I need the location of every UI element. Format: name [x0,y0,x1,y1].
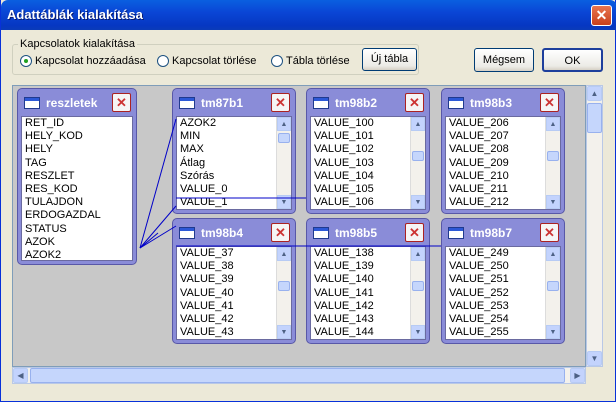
relation-line [139,118,177,249]
radio-delete-table-label: Tábla törlése [286,55,350,67]
relation-lines [139,118,441,249]
diagram-canvas[interactable]: reszletek ✕ RET_ID HELY_KOD HELY TAG RESZLET RE… [12,85,586,367]
window-close-button[interactable]: ✕ [591,5,612,26]
cancel-button[interactable]: Mégsem [474,48,534,72]
scroll-right-arrow-icon[interactable]: ▶ [570,368,585,383]
radio-add-relation-label: Kapcsolat hozzáadása [35,55,146,67]
radio-add-relation-dot[interactable] [20,55,32,67]
horizontal-scrollbar[interactable]: ◀ ▶ [12,367,586,384]
radio-delete-relation-dot[interactable] [157,55,169,67]
radio-delete-table-dot[interactable] [271,55,283,67]
new-table-button[interactable]: Új tábla [362,48,417,71]
relation-line [139,232,159,249]
radio-delete-relation-label: Kapcsolat törlése [172,55,257,67]
radio-delete-table[interactable]: Tábla törlése [271,55,350,67]
radio-delete-relation[interactable]: Kapcsolat törlése [157,55,256,67]
horizontal-scroll-thumb[interactable] [30,368,565,383]
ok-button[interactable]: OK [542,48,603,72]
scroll-left-arrow-icon[interactable]: ◀ [13,368,28,383]
vertical-scrollbar[interactable]: ▲ ▼ [586,85,603,367]
scroll-down-arrow-icon[interactable]: ▼ [587,351,602,366]
scroll-up-arrow-icon[interactable]: ▲ [587,86,602,101]
vertical-scroll-thumb[interactable] [587,103,602,133]
title-bar[interactable]: Adattáblák kialakítása ✕ [1,0,616,30]
relations-group-legend: Kapcsolatok kialakítása [18,38,137,50]
radio-add-relation[interactable]: Kapcsolat hozzáadása [20,55,146,67]
dialog-window: Adattáblák kialakítása ✕ Kapcsolatok kia… [0,0,616,402]
window-title: Adattáblák kialakítása [7,7,143,22]
